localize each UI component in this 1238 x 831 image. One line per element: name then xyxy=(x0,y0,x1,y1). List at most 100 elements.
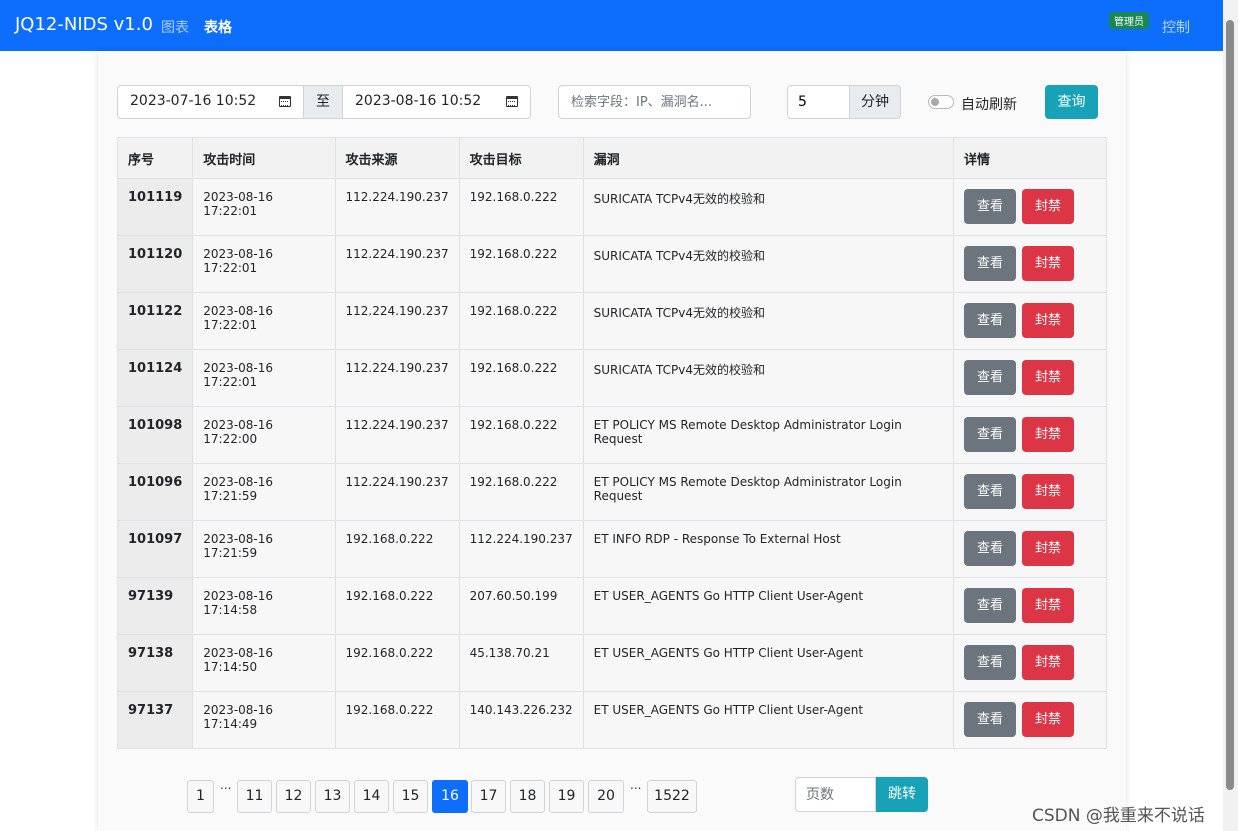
row-target: 192.168.0.222 xyxy=(458,349,584,407)
ban-button[interactable]: 封禁 xyxy=(1021,246,1074,281)
ban-button[interactable]: 封禁 xyxy=(1021,474,1074,509)
table-row: 101097 2023-08-16 17:21:59 192.168.0.222… xyxy=(116,520,1108,578)
row-id: 101119 xyxy=(116,178,194,236)
scrollbar-thumb[interactable] xyxy=(1226,20,1234,790)
calendar-icon[interactable] xyxy=(506,96,518,107)
header-id: 序号 xyxy=(116,137,194,179)
page-button[interactable]: 15 xyxy=(393,780,428,813)
end-date-input[interactable]: 2023-08-16 10:52 xyxy=(342,85,531,119)
ban-button[interactable]: 封禁 xyxy=(1021,645,1074,680)
row-source: 192.168.0.222 xyxy=(334,520,460,578)
start-date-input[interactable]: 2023-07-16 10:52 xyxy=(117,85,304,119)
row-time: 2023-08-16 17:21:59 xyxy=(192,520,336,578)
view-button[interactable]: 查看 xyxy=(963,189,1016,224)
header-attack-source: 攻击来源 xyxy=(334,137,460,179)
table-row: 97139 2023-08-16 17:14:58 192.168.0.222 … xyxy=(116,577,1108,635)
row-id: 97138 xyxy=(116,634,194,692)
row-target: 192.168.0.222 xyxy=(458,292,584,350)
ban-button[interactable]: 封禁 xyxy=(1021,702,1074,737)
page-button[interactable]: 20 xyxy=(588,780,624,813)
ban-button[interactable]: 封禁 xyxy=(1021,588,1074,623)
page-button[interactable]: 12 xyxy=(276,780,311,813)
page-button[interactable]: 19 xyxy=(549,780,584,813)
jump-button[interactable]: 跳转 xyxy=(876,777,928,812)
ban-button[interactable]: 封禁 xyxy=(1021,531,1074,566)
view-button[interactable]: 查看 xyxy=(963,246,1016,281)
row-vulnerability: ET INFO RDP - Response To External Host xyxy=(582,520,954,578)
calendar-icon[interactable] xyxy=(279,96,291,107)
page-button[interactable]: 18 xyxy=(510,780,545,813)
table-row: 97137 2023-08-16 17:14:49 192.168.0.222 … xyxy=(116,691,1108,749)
nav-link-chart[interactable]: 图表 xyxy=(161,17,189,37)
row-target: 112.224.190.237 xyxy=(458,520,584,578)
row-id: 97139 xyxy=(116,577,194,635)
row-source: 112.224.190.237 xyxy=(334,406,460,464)
row-target: 45.138.70.21 xyxy=(458,634,584,692)
row-time: 2023-08-16 17:22:00 xyxy=(192,406,336,464)
page-button[interactable]: 17 xyxy=(471,780,506,813)
toggle-knob xyxy=(931,98,939,106)
end-date-value: 2023-08-16 10:52 xyxy=(355,93,482,109)
header-vulnerability: 漏洞 xyxy=(582,137,954,179)
row-source: 112.224.190.237 xyxy=(334,235,460,293)
table-row: 101120 2023-08-16 17:22:01 112.224.190.2… xyxy=(116,235,1108,293)
pagination-ellipsis: ... xyxy=(220,778,232,792)
row-vulnerability: SURICATA TCPv4无效的校验和 xyxy=(582,178,954,236)
view-button[interactable]: 查看 xyxy=(963,645,1016,680)
table-row: 101122 2023-08-16 17:22:01 112.224.190.2… xyxy=(116,292,1108,350)
ban-button[interactable]: 封禁 xyxy=(1021,360,1074,395)
page-button[interactable]: 11 xyxy=(237,780,272,813)
row-time: 2023-08-16 17:22:01 xyxy=(192,292,336,350)
row-vulnerability: ET USER_AGENTS Go HTTP Client User-Agent xyxy=(582,577,954,635)
row-id: 101122 xyxy=(116,292,194,350)
row-vulnerability: ET USER_AGENTS Go HTTP Client User-Agent xyxy=(582,691,954,749)
app-brand[interactable]: JQ12-NIDS v1.0 xyxy=(15,14,153,35)
view-button[interactable]: 查看 xyxy=(963,531,1016,566)
nav-link-table[interactable]: 表格 xyxy=(204,17,232,37)
auto-refresh-toggle[interactable] xyxy=(928,95,954,109)
view-button[interactable]: 查看 xyxy=(963,417,1016,452)
page-button[interactable]: 13 xyxy=(315,780,350,813)
view-button[interactable]: 查看 xyxy=(963,303,1016,338)
row-target: 192.168.0.222 xyxy=(458,463,584,521)
table-row: 101124 2023-08-16 17:22:01 112.224.190.2… xyxy=(116,349,1108,407)
view-button[interactable]: 查看 xyxy=(963,360,1016,395)
row-id: 101124 xyxy=(116,349,194,407)
page-button-active[interactable]: 16 xyxy=(432,780,468,813)
row-id: 101098 xyxy=(116,406,194,464)
row-vulnerability: SURICATA TCPv4无效的校验和 xyxy=(582,349,954,407)
row-actions: 查看 封禁 xyxy=(952,292,1108,350)
row-vulnerability: ET POLICY MS Remote Desktop Administrato… xyxy=(582,406,954,464)
page-button[interactable]: 1522 xyxy=(647,780,697,813)
ban-button[interactable]: 封禁 xyxy=(1021,417,1074,452)
row-vulnerability: ET USER_AGENTS Go HTTP Client User-Agent xyxy=(582,634,954,692)
view-button[interactable]: 查看 xyxy=(963,588,1016,623)
search-input[interactable] xyxy=(558,85,751,119)
ban-button[interactable]: 封禁 xyxy=(1021,189,1074,224)
attack-log-table: 序号 攻击时间 攻击来源 攻击目标 漏洞 详情 101119 2023-08-1… xyxy=(116,137,1108,749)
view-button[interactable]: 查看 xyxy=(963,702,1016,737)
table-row: 97138 2023-08-16 17:14:50 192.168.0.222 … xyxy=(116,634,1108,692)
page-number-input[interactable] xyxy=(795,777,876,812)
admin-badge: 管理员 xyxy=(1109,12,1149,29)
ban-button[interactable]: 封禁 xyxy=(1021,303,1074,338)
row-actions: 查看 封禁 xyxy=(952,691,1108,749)
row-vulnerability: SURICATA TCPv4无效的校验和 xyxy=(582,292,954,350)
row-target: 207.60.50.199 xyxy=(458,577,584,635)
header-attack-target: 攻击目标 xyxy=(458,137,584,179)
minutes-unit-label: 分钟 xyxy=(850,85,901,119)
table-row: 101098 2023-08-16 17:22:00 112.224.190.2… xyxy=(116,406,1108,464)
row-actions: 查看 封禁 xyxy=(952,577,1108,635)
auto-refresh-label: 自动刷新 xyxy=(961,97,1017,113)
start-date-value: 2023-07-16 10:52 xyxy=(130,93,257,109)
nav-link-control[interactable]: 控制 xyxy=(1162,17,1190,37)
view-button[interactable]: 查看 xyxy=(963,474,1016,509)
row-time: 2023-08-16 17:22:01 xyxy=(192,349,336,407)
refresh-minutes-input[interactable] xyxy=(787,85,850,119)
row-time: 2023-08-16 17:22:01 xyxy=(192,178,336,236)
query-button[interactable]: 查询 xyxy=(1045,85,1098,119)
row-vulnerability: ET POLICY MS Remote Desktop Administrato… xyxy=(582,463,954,521)
page-button[interactable]: 1 xyxy=(187,780,214,813)
row-time: 2023-08-16 17:22:01 xyxy=(192,235,336,293)
page-button[interactable]: 14 xyxy=(354,780,389,813)
